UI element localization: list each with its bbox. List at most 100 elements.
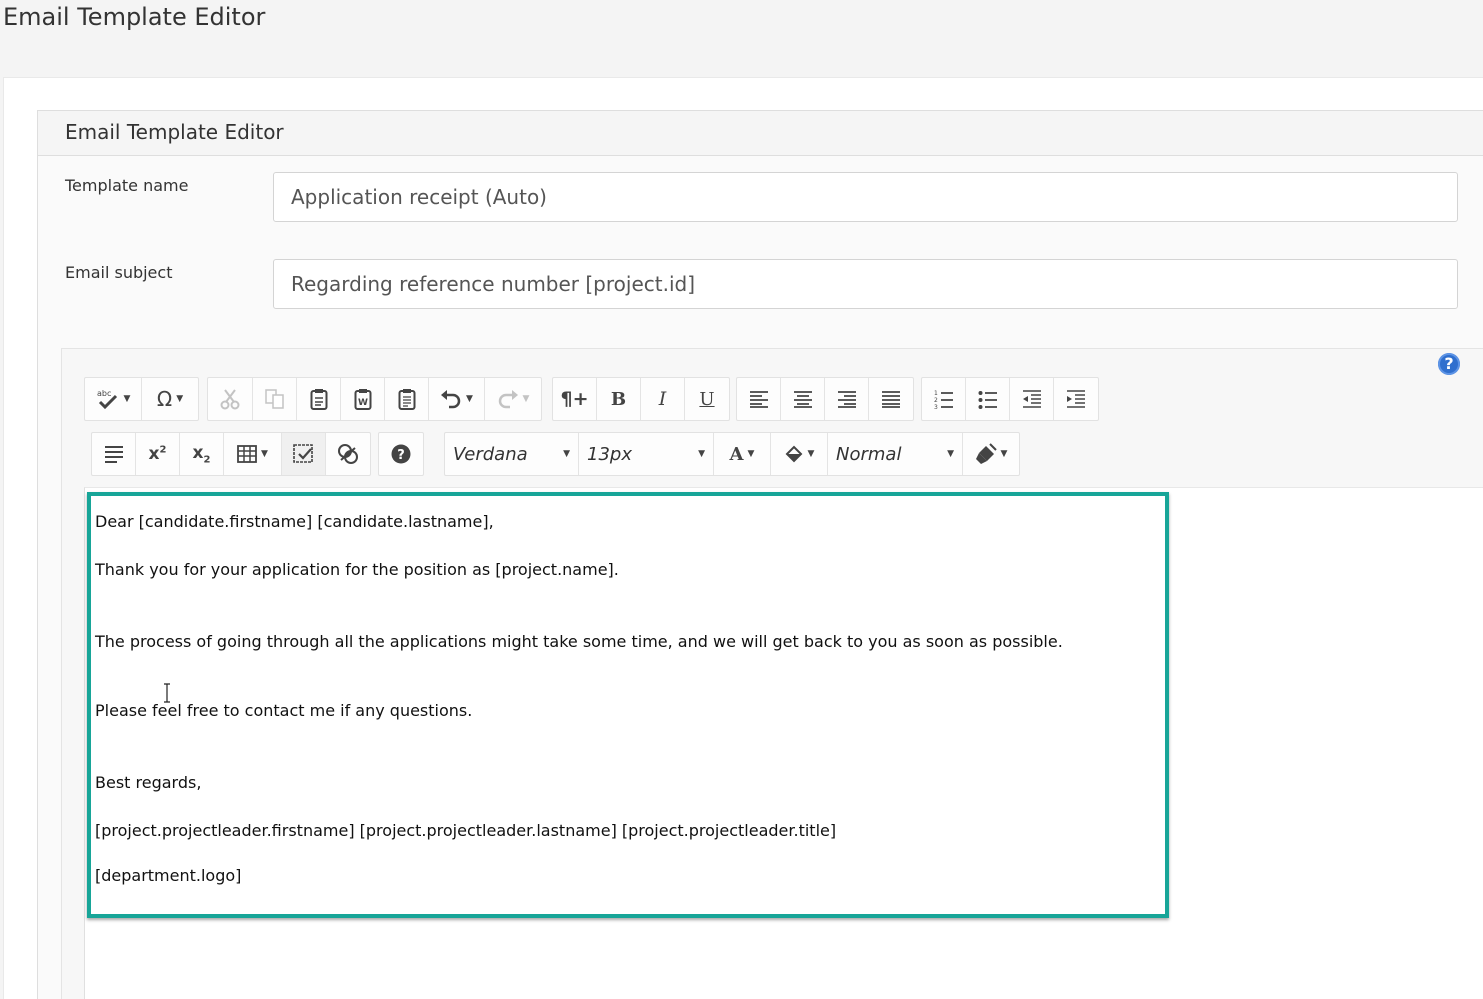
align-left-icon — [749, 391, 768, 408]
line-height-icon — [104, 446, 123, 463]
paste-word-icon: W — [354, 389, 371, 410]
indent-icon — [1067, 390, 1085, 408]
paragraph-format-select[interactable]: Normal ▼ — [828, 433, 963, 475]
superscript-icon: x2 — [148, 444, 167, 464]
chevron-down-icon: ▼ — [563, 449, 570, 459]
chevron-down-icon: ▼ — [807, 449, 815, 459]
table-button[interactable]: ▼ — [224, 433, 282, 475]
align-center-icon — [793, 391, 812, 408]
svg-text:?: ? — [397, 448, 405, 463]
body-line-greeting: Dear [candidate.firstname] [candidate.la… — [95, 512, 494, 531]
toolbar-group-help: ? — [378, 432, 424, 476]
page-title: Email Template Editor — [3, 3, 266, 31]
undo-icon — [441, 390, 461, 409]
line-height-button[interactable] — [92, 433, 136, 475]
svg-text:3: 3 — [934, 404, 938, 409]
superscript-button[interactable]: x2 — [136, 433, 180, 475]
chevron-down-icon: ▼ — [947, 449, 954, 459]
copy-icon — [264, 389, 284, 409]
font-family-value: Verdana — [453, 443, 528, 465]
toolbar-group-format: Verdana ▼ 13px ▼ A ▼ ▼ Normal ▼ ▼ — [444, 432, 1020, 476]
copy-button[interactable] — [253, 378, 297, 420]
clear-formatting-button[interactable]: ▼ — [963, 433, 1019, 475]
cleanup-icon — [338, 444, 358, 464]
background-color-button[interactable]: ▼ — [771, 433, 828, 475]
italic-button[interactable]: I — [641, 378, 685, 420]
align-justify-icon — [882, 391, 900, 408]
unordered-list-icon — [978, 391, 997, 409]
svg-text:W: W — [358, 398, 368, 408]
email-subject-input[interactable] — [273, 259, 1458, 309]
paste-from-word-button[interactable]: W — [341, 378, 385, 420]
svg-text:2: 2 — [934, 397, 938, 404]
outdent-button[interactable] — [1010, 378, 1054, 420]
body-line-thanks: Thank you for your application for the p… — [95, 560, 619, 579]
toolbar-group-insert: x2 x2 ▼ — [91, 432, 371, 476]
table-icon — [237, 445, 257, 463]
paste-plain-text-button[interactable] — [385, 378, 429, 420]
template-name-input[interactable] — [273, 172, 1458, 222]
redo-button[interactable]: ▼ — [485, 378, 541, 420]
align-center-button[interactable] — [781, 378, 825, 420]
underline-icon: U — [699, 388, 715, 410]
underline-button[interactable]: U — [685, 378, 729, 420]
unordered-list-button[interactable] — [966, 378, 1010, 420]
question-circle-icon: ? — [391, 444, 411, 464]
body-line-process: The process of going through all the app… — [95, 632, 1063, 651]
align-left-button[interactable] — [737, 378, 781, 420]
toolbar-group-alignment — [736, 377, 914, 421]
svg-text:1: 1 — [934, 390, 938, 397]
text-cursor-icon — [164, 683, 170, 703]
special-character-button[interactable]: Ω ▼ — [142, 378, 198, 420]
ordered-list-button[interactable]: 123 — [922, 378, 966, 420]
align-right-button[interactable] — [825, 378, 869, 420]
bold-button[interactable]: B — [597, 378, 641, 420]
font-size-value: 13px — [587, 443, 632, 465]
paragraph-format-value: Normal — [836, 443, 902, 465]
cleanup-button[interactable] — [326, 433, 370, 475]
toolbar-group-text-style: ¶+ B I U — [552, 377, 730, 421]
cut-button[interactable] — [208, 378, 253, 420]
ordered-list-icon: 123 — [934, 390, 953, 409]
subscript-icon: x2 — [192, 442, 211, 466]
pilcrow-icon: ¶+ — [560, 388, 589, 410]
paint-bucket-icon — [785, 445, 802, 463]
font-color-icon: A — [729, 443, 744, 465]
redo-icon — [498, 390, 518, 409]
chevron-down-icon: ▼ — [176, 394, 184, 404]
help-icon[interactable]: ? — [1438, 353, 1460, 375]
eraser-brush-icon — [975, 443, 997, 464]
toolbar-group-tools: abc ▼ Ω ▼ — [84, 377, 199, 421]
chevron-down-icon: ▼ — [698, 449, 705, 459]
font-size-select[interactable]: 13px ▼ — [579, 433, 714, 475]
font-family-select[interactable]: Verdana ▼ — [445, 433, 579, 475]
body-line-contact: Please feel free to contact me if any qu… — [95, 701, 473, 720]
subscript-button[interactable]: x2 — [180, 433, 224, 475]
body-line-regards: Best regards, — [95, 773, 202, 792]
undo-button[interactable]: ▼ — [429, 378, 485, 420]
chevron-down-icon: ▼ — [123, 394, 131, 404]
body-line-logo: [department.logo] — [95, 866, 242, 885]
help-button[interactable]: ? — [379, 433, 423, 475]
paragraph-button[interactable]: ¶+ — [553, 378, 597, 420]
paste-text-icon — [398, 389, 415, 410]
omega-icon: Ω — [156, 387, 173, 411]
align-right-icon — [837, 391, 856, 408]
chevron-down-icon: ▼ — [1000, 449, 1008, 459]
chevron-down-icon: ▼ — [747, 449, 755, 459]
card-title: Email Template Editor — [65, 120, 284, 144]
email-subject-label: Email subject — [65, 263, 173, 282]
select-all-icon — [292, 444, 313, 463]
body-line-signature: [project.projectleader.firstname] [proje… — [95, 821, 837, 840]
paste-button[interactable] — [297, 378, 341, 420]
template-name-label: Template name — [65, 176, 189, 195]
spellcheck-icon: abc — [97, 389, 117, 410]
bold-icon: B — [610, 388, 627, 410]
chevron-down-icon: ▼ — [522, 394, 530, 404]
select-all-button[interactable] — [282, 433, 326, 475]
scissors-icon — [220, 389, 240, 410]
spellcheck-button[interactable]: abc ▼ — [85, 378, 142, 420]
font-color-button[interactable]: A ▼ — [714, 433, 771, 475]
indent-button[interactable] — [1054, 378, 1098, 420]
justify-button[interactable] — [869, 378, 913, 420]
